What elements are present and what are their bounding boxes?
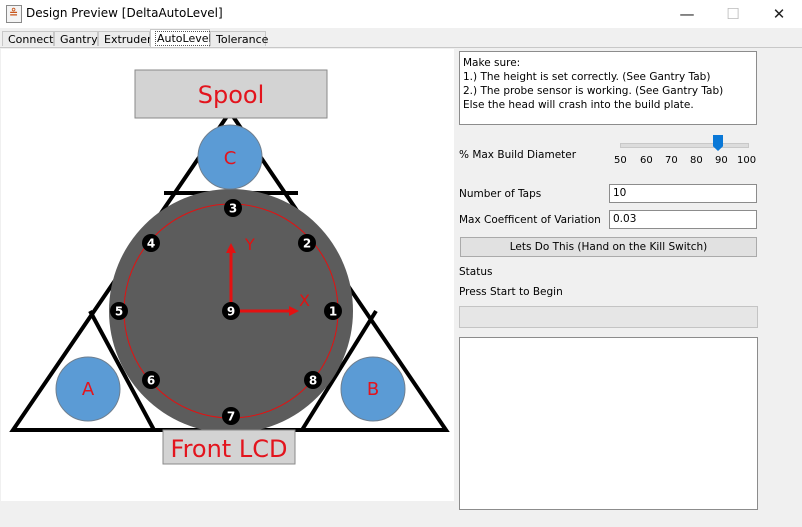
progress-bar [459, 306, 758, 328]
probe-point-label: 6 [147, 374, 155, 388]
probe-point-label: 3 [229, 202, 237, 216]
y-axis-label: Y [244, 235, 255, 254]
slider-tick-label: 70 [665, 155, 678, 166]
slider-tick-label: 80 [690, 155, 703, 166]
slider-track[interactable] [620, 143, 749, 148]
title-bar: ≗ Design Preview [DeltaAutoLevel] — ☐ ✕ [0, 0, 802, 28]
taps-label: Number of Taps [459, 188, 542, 200]
slider-tick-label: 50 [614, 155, 627, 166]
instruction-line: 1.) The height is set correctly. (See Ga… [463, 71, 711, 83]
probe-point-label: 2 [303, 237, 311, 251]
status-message: Press Start to Begin [459, 286, 563, 298]
probe-point-label: 7 [227, 410, 235, 424]
instruction-line: Else the head will crash into the build … [463, 99, 694, 111]
instruction-line: Make sure: [463, 57, 521, 69]
probe-point-label: 5 [115, 305, 123, 319]
delta-bed-diagram: A B C Spool Front LCD X Y 1 2 3 4 5 6 7 8 9 [1, 49, 454, 501]
slider-tick-label: 100 [737, 155, 757, 166]
status-label: Status [459, 266, 493, 278]
tab-gantry[interactable]: Gantry [54, 31, 98, 46]
front-lcd-label: Front LCD [171, 435, 288, 463]
tab-autolevel[interactable]: AutoLevel [150, 29, 214, 47]
instructions-box: Make sure: 1.) The height is set correct… [459, 51, 757, 125]
minimize-button[interactable]: — [664, 0, 710, 28]
probe-point-label: 9 [227, 305, 235, 319]
probe-point-label: 4 [147, 237, 155, 251]
tower-b-label: B [367, 379, 379, 400]
tower-a-label: A [82, 379, 95, 400]
probe-point-label: 8 [309, 374, 317, 388]
slider-thumb[interactable] [713, 135, 723, 151]
log-output-area[interactable] [459, 337, 758, 510]
tower-c-label: C [224, 148, 237, 169]
tab-extruder[interactable]: Extruder [98, 31, 152, 46]
java-app-icon: ≗ [6, 5, 22, 23]
slider-tick-label: 60 [640, 155, 653, 166]
build-diameter-label: % Max Build Diameter [459, 149, 577, 161]
slider-tick-label: 90 [715, 155, 728, 166]
tab-bar: Connect Gantry Extruder AutoLevel Tolera… [0, 29, 802, 48]
variation-input[interactable]: 0.03 [609, 210, 757, 229]
tab-tolerance[interactable]: Tolerance [210, 31, 268, 46]
window-title: Design Preview [DeltaAutoLevel] [26, 6, 223, 20]
spool-label: Spool [198, 81, 265, 109]
maximize-button[interactable]: ☐ [710, 0, 756, 28]
x-axis-label: X [299, 291, 310, 310]
taps-input[interactable]: 10 [609, 184, 757, 203]
instruction-line: 2.) The probe sensor is working. (See Ga… [463, 85, 724, 97]
variation-label: Max Coefficent of Variation [459, 214, 601, 226]
close-button[interactable]: ✕ [756, 0, 802, 28]
probe-point-label: 1 [329, 305, 337, 319]
start-button[interactable]: Lets Do This (Hand on the Kill Switch) [460, 237, 757, 257]
build-diameter-slider[interactable]: 50 60 70 80 90 100 [612, 133, 756, 171]
tab-connect[interactable]: Connect [2, 31, 54, 46]
